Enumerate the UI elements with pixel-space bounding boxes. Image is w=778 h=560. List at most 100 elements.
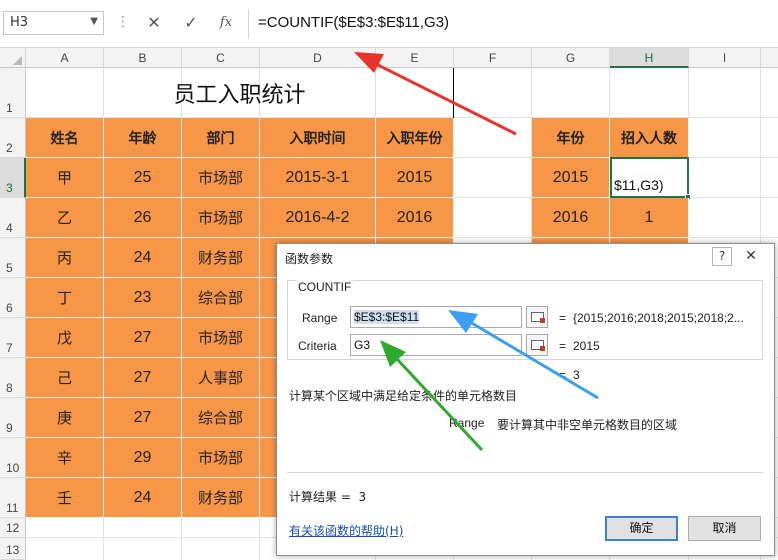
enter-icon[interactable]: ✓ [180, 12, 202, 34]
row-header-5[interactable]: 5 [0, 238, 26, 278]
row-header-10[interactable]: 10 [0, 438, 26, 478]
criteria-evaluated-value: 2015 [573, 339, 600, 353]
table-cell[interactable]: 29 [104, 438, 182, 478]
table-cell[interactable]: 财务部 [182, 238, 260, 278]
table-cell[interactable]: 辛 [26, 438, 104, 478]
column-header-a[interactable]: A [26, 48, 104, 68]
equals-sign: = [559, 311, 567, 325]
criteria-collapse-button[interactable] [526, 334, 548, 356]
header-name[interactable]: 姓名 [26, 118, 104, 158]
table-cell[interactable]: 人事部 [182, 358, 260, 398]
table-cell[interactable]: 26 [104, 198, 182, 238]
row-header-2[interactable]: 2 [0, 118, 26, 158]
row-header-12[interactable]: 12 [0, 518, 26, 538]
table-cell[interactable]: 27 [104, 318, 182, 358]
ok-button[interactable]: 确定 [605, 516, 678, 541]
drag-handle-icon[interactable]: ⋮ [116, 14, 131, 30]
criteria-label: Criteria [298, 339, 337, 353]
table-cell[interactable]: 25 [104, 158, 182, 198]
header-age[interactable]: 年龄 [104, 118, 182, 158]
table-cell[interactable]: 2015 [376, 158, 454, 198]
argument-description: 要计算其中非空单元格数目的区域 [497, 418, 678, 432]
dialog-title: 函数参数 [285, 252, 334, 266]
sheet-title[interactable]: 员工入职统计 [26, 68, 454, 118]
table-cell[interactable]: 24 [104, 478, 182, 518]
table-cell[interactable]: 财务部 [182, 478, 260, 518]
row-header-13[interactable]: 13 [0, 538, 26, 560]
summary-cell[interactable]: 2015 [532, 158, 610, 198]
formula-input[interactable]: =COUNTIF($E$3:$E$11,G3) [258, 14, 449, 31]
table-cell[interactable]: 市场部 [182, 438, 260, 478]
table-cell[interactable]: 市场部 [182, 158, 260, 198]
table-cell[interactable]: 丙 [26, 238, 104, 278]
collapse-dialog-icon [531, 312, 545, 323]
table-cell[interactable]: 2016-4-2 [260, 198, 376, 238]
column-header-e[interactable]: E [376, 48, 454, 68]
cancel-button[interactable]: 取消 [688, 516, 761, 541]
argument-name: Range [449, 416, 485, 430]
header-join-date[interactable]: 入职时间 [260, 118, 376, 158]
criteria-input[interactable]: G3 [350, 334, 522, 356]
range-input[interactable]: $E$3:$E$11 [350, 306, 522, 328]
row-number: 3 [6, 181, 13, 195]
table-cell[interactable]: 综合部 [182, 278, 260, 318]
row-header-1[interactable]: 1 [0, 68, 26, 118]
table-cell[interactable]: 丁 [26, 278, 104, 318]
table-cell[interactable]: 甲 [26, 158, 104, 198]
insert-function-icon[interactable]: fx [215, 12, 237, 34]
formula-result: 计算结果 = 3 [289, 488, 366, 505]
column-header-c[interactable]: C [182, 48, 260, 68]
cancel-icon[interactable]: ✕ [143, 12, 165, 34]
row-header-8[interactable]: 8 [0, 358, 26, 398]
row-header-3[interactable]: 3 [0, 158, 26, 198]
name-box[interactable]: H3 ▼ [3, 11, 104, 35]
range-collapse-button[interactable] [526, 306, 548, 328]
dialog-titlebar[interactable]: 函数参数 ? ✕ [277, 244, 774, 270]
table-cell[interactable]: 27 [104, 398, 182, 438]
range-evaluated-value: {2015;2016;2018;2015;2018;2... [573, 311, 744, 325]
table-cell[interactable]: 23 [104, 278, 182, 318]
row-number: 6 [6, 301, 13, 315]
row-header-6[interactable]: 6 [0, 278, 26, 318]
table-cell[interactable]: 己 [26, 358, 104, 398]
header-join-year[interactable]: 入职年份 [376, 118, 454, 158]
column-header-f[interactable]: F [454, 48, 532, 68]
summary-header-year[interactable]: 年份 [532, 118, 610, 158]
summary-header-count[interactable]: 招入人数 [610, 118, 689, 158]
row-header-11[interactable]: 11 [0, 478, 26, 518]
column-header-d[interactable]: D [260, 48, 376, 68]
table-cell[interactable]: 壬 [26, 478, 104, 518]
chevron-down-icon[interactable]: ▼ [90, 16, 98, 27]
table-cell[interactable]: 乙 [26, 198, 104, 238]
table-cell[interactable]: 2015-3-1 [260, 158, 376, 198]
column-header-h[interactable]: H [610, 48, 689, 68]
column-headers: A B C D E F G H I [0, 48, 778, 68]
header-dept[interactable]: 部门 [182, 118, 260, 158]
table-cell[interactable]: 戊 [26, 318, 104, 358]
select-all-corner[interactable] [0, 48, 26, 68]
column-header-i[interactable]: I [689, 48, 761, 68]
table-cell[interactable]: 庚 [26, 398, 104, 438]
formula-preview-value: 3 [573, 368, 580, 382]
table-cell[interactable]: 2016 [376, 198, 454, 238]
function-help-link[interactable]: 有关该函数的帮助(H) [289, 522, 403, 539]
active-cell-h3[interactable]: $11,G3) [610, 157, 691, 200]
row-header-4[interactable]: 4 [0, 198, 26, 238]
column-header-g[interactable]: G [532, 48, 610, 68]
close-button[interactable]: ✕ [740, 247, 762, 266]
row-header-7[interactable]: 7 [0, 318, 26, 358]
table-cell[interactable]: 24 [104, 238, 182, 278]
table-cell[interactable]: 27 [104, 358, 182, 398]
summary-cell[interactable]: 2016 [532, 198, 610, 238]
column-header-b[interactable]: B [104, 48, 182, 68]
table-cell[interactable]: 综合部 [182, 398, 260, 438]
formula-result-label: 计算结果 = [289, 490, 351, 504]
range-label: Range [302, 311, 338, 325]
row-header-9[interactable]: 9 [0, 398, 26, 438]
table-cell[interactable]: 市场部 [182, 318, 260, 358]
active-cell-value: $11,G3) [614, 177, 664, 193]
summary-cell[interactable]: 1 [610, 198, 689, 238]
formula-bar-divider [248, 9, 249, 39]
table-cell[interactable]: 市场部 [182, 198, 260, 238]
help-button[interactable]: ? [712, 247, 732, 266]
